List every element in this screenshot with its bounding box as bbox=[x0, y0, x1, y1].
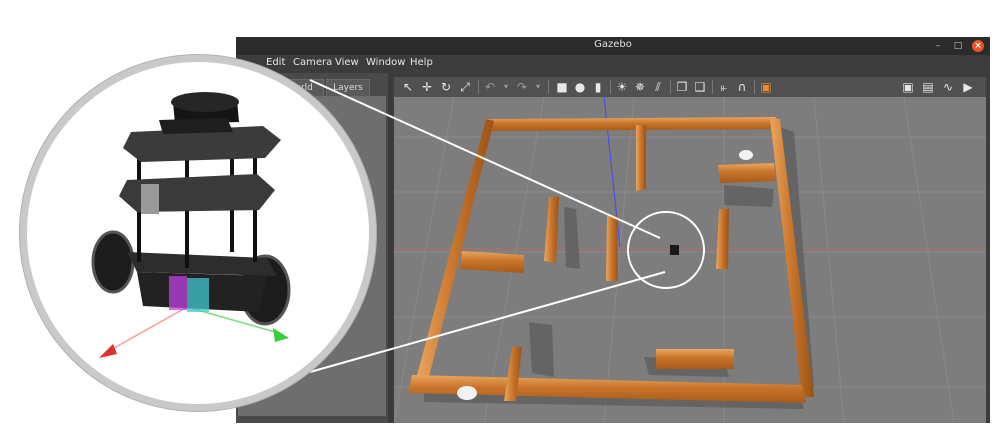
screenshot-icon[interactable]: ▣ bbox=[900, 79, 916, 95]
scene-render bbox=[394, 97, 986, 423]
robot-model bbox=[670, 245, 679, 255]
align-icon[interactable]: ⫦ bbox=[716, 79, 732, 95]
sensor-cyan bbox=[187, 278, 209, 312]
sensor-purple bbox=[169, 276, 187, 310]
menu-view[interactable]: View bbox=[335, 57, 359, 68]
toolbar-separator bbox=[610, 80, 611, 94]
point-light-icon[interactable]: ☀ bbox=[614, 79, 630, 95]
log-icon[interactable]: ▤ bbox=[920, 79, 936, 95]
raspberry-pi-board bbox=[141, 184, 159, 214]
undo-dropdown-icon[interactable]: ▾ bbox=[498, 79, 514, 95]
menu-help[interactable]: Help bbox=[410, 57, 433, 68]
robot-closeup-circle bbox=[20, 55, 376, 411]
select-arrow-icon[interactable]: ↖ bbox=[400, 79, 416, 95]
x-axis-arrow-line bbox=[106, 306, 188, 353]
plot-icon[interactable]: ∿ bbox=[940, 79, 956, 95]
cylinder-object-top-right bbox=[739, 150, 753, 160]
window-title: Gazebo bbox=[594, 39, 632, 50]
toolbar-separator bbox=[670, 80, 671, 94]
paste-icon[interactable]: ❑ bbox=[692, 79, 708, 95]
menu-bar: Edit Camera View Window Help bbox=[236, 55, 990, 73]
title-bar: Gazebo – □ × bbox=[236, 37, 990, 55]
3d-viewport[interactable] bbox=[394, 97, 986, 423]
translate-icon[interactable]: ✛ bbox=[419, 79, 435, 95]
panel-splitter[interactable] bbox=[388, 73, 392, 423]
toolbar-separator bbox=[478, 80, 479, 94]
spot-light-icon[interactable]: ✵ bbox=[632, 79, 648, 95]
menu-edit[interactable]: Edit bbox=[266, 57, 285, 68]
robot-highlight-circle bbox=[627, 211, 705, 289]
redo-dropdown-icon[interactable]: ▾ bbox=[530, 79, 546, 95]
toolbar-separator bbox=[754, 80, 755, 94]
x-axis-arrowhead bbox=[99, 344, 117, 358]
directional-light-icon[interactable]: ⫽ bbox=[650, 79, 666, 95]
scale-icon[interactable]: ⤢ bbox=[457, 79, 473, 95]
tab-layers[interactable]: Layers bbox=[326, 79, 370, 96]
cylinder-shape-icon[interactable]: ▮ bbox=[590, 79, 606, 95]
lidar-top bbox=[171, 92, 239, 112]
minimize-button[interactable]: – bbox=[932, 40, 944, 52]
box-shape-icon[interactable]: ■ bbox=[554, 79, 570, 95]
toolbar-separator bbox=[712, 80, 713, 94]
maximize-button[interactable]: □ bbox=[952, 40, 964, 52]
toolbar: ↖ ✛ ↻ ⤢ ↶ ▾ ↷ ▾ ■ ● ▮ ☀ ✵ ⫽ ❐ ❑ ⫦ ∩ ▣ ▣ … bbox=[394, 77, 986, 97]
close-button[interactable]: × bbox=[972, 40, 984, 52]
y-axis-arrowhead bbox=[273, 328, 289, 342]
redo-icon[interactable]: ↷ bbox=[514, 79, 530, 95]
rotate-icon[interactable]: ↻ bbox=[438, 79, 454, 95]
cylinder-object-bottom-left bbox=[457, 386, 477, 400]
menu-window[interactable]: Window bbox=[366, 57, 405, 68]
toolbar-separator bbox=[548, 80, 549, 94]
video-record-icon[interactable]: ▶ bbox=[960, 79, 976, 95]
undo-icon[interactable]: ↶ bbox=[482, 79, 498, 95]
left-wheel bbox=[91, 230, 135, 294]
snap-icon[interactable]: ∩ bbox=[734, 79, 750, 95]
lidar-base bbox=[159, 118, 233, 134]
copy-icon[interactable]: ❐ bbox=[674, 79, 690, 95]
turtlebot-closeup bbox=[91, 92, 291, 358]
change-view-icon[interactable]: ▣ bbox=[758, 79, 774, 95]
menu-camera[interactable]: Camera bbox=[293, 57, 332, 68]
sphere-shape-icon[interactable]: ● bbox=[572, 79, 588, 95]
